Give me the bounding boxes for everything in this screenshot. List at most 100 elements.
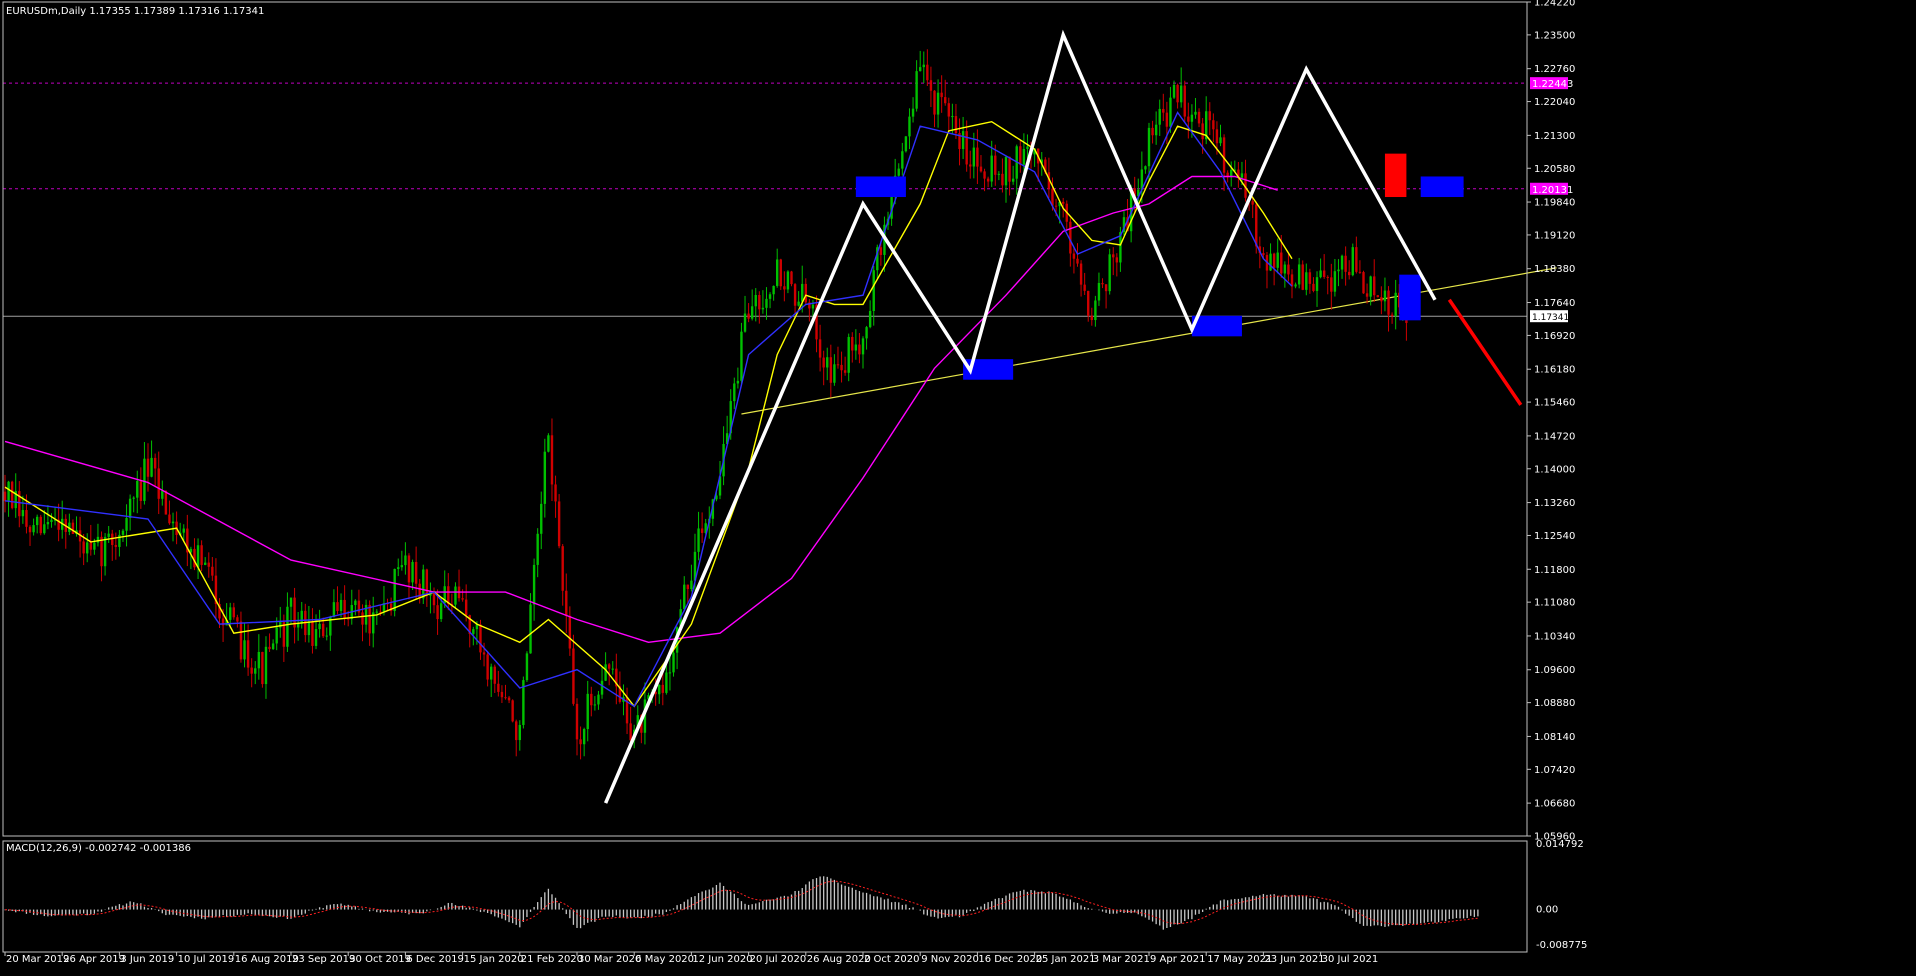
candle-body: [43, 524, 46, 534]
candle-body: [940, 92, 943, 98]
candle-body: [21, 510, 25, 517]
candle-body: [754, 295, 757, 307]
candle-body: [518, 724, 521, 741]
candle-body: [82, 541, 85, 554]
y-tick-label: 1.13260: [1534, 498, 1575, 509]
x-tick-label: 15 Jan 2020: [464, 954, 524, 965]
candle-body: [629, 723, 632, 741]
candle-body: [1190, 114, 1194, 122]
candle-body: [132, 497, 135, 499]
y-tick-label: 1.19120: [1534, 230, 1575, 241]
x-tick-label: 25 Jan 2021: [1036, 954, 1096, 965]
zone-box-4[interactable]: [1420, 176, 1464, 198]
candle-body: [93, 542, 96, 550]
candle-body: [1026, 146, 1029, 149]
candle-body: [897, 168, 900, 176]
candle-body: [1305, 272, 1308, 290]
candle-body: [1269, 253, 1272, 271]
candle-body: [239, 621, 243, 660]
candle-body: [472, 629, 475, 634]
candle-body: [1054, 205, 1058, 207]
candle-body: [665, 672, 668, 693]
candle-body: [697, 528, 700, 552]
candle-body: [829, 357, 833, 383]
candle-body: [550, 435, 554, 485]
candle-body: [368, 604, 371, 634]
candle-body: [1255, 204, 1258, 247]
candle-body: [1315, 277, 1319, 291]
price-chart-window[interactable]: 1.22443 1.20131 1.17341 1.24220 1.23500 1.227…: [0, 0, 1916, 972]
y-tick-label: 1.14000: [1534, 464, 1575, 475]
candle-body: [765, 298, 768, 308]
zone-box-5[interactable]: [1384, 153, 1407, 198]
candle-body: [593, 704, 597, 706]
candle-body: [1011, 178, 1015, 182]
candle-body: [1219, 137, 1222, 144]
candle-body: [25, 510, 28, 527]
x-tick-label: 30 Oct 2019: [349, 954, 411, 965]
candle-body: [1337, 269, 1340, 272]
candle-body: [804, 283, 807, 303]
zone-box-2[interactable]: [1191, 315, 1242, 337]
candle-body: [1076, 258, 1079, 264]
candle-body: [750, 306, 754, 319]
candle-body: [50, 519, 53, 523]
x-tick-label: 17 May 2021: [1207, 954, 1272, 965]
x-tick-label: 6 Dec 2019: [406, 954, 464, 965]
candle-body: [404, 555, 407, 566]
candle-body: [196, 545, 200, 568]
candle-body: [261, 651, 264, 685]
candle-body: [868, 310, 872, 328]
candle-body: [836, 364, 840, 366]
candle-body: [425, 569, 429, 596]
candle-body: [1373, 276, 1376, 296]
zone-box-3[interactable]: [1399, 274, 1421, 321]
x-tick-label: 21 Feb 2020: [521, 954, 583, 965]
candle-body: [10, 481, 14, 509]
candle-body: [1365, 293, 1369, 297]
candle-body: [597, 694, 600, 705]
candle-body: [1172, 84, 1176, 98]
candle-body: [793, 284, 797, 306]
zone-box-0[interactable]: [855, 176, 906, 198]
y-tick-label: 1.22760: [1534, 64, 1575, 75]
candle-body: [96, 536, 100, 543]
candle-body: [7, 481, 10, 502]
candle-body: [490, 666, 493, 680]
candle-body: [686, 584, 690, 590]
candle-body: [954, 116, 958, 134]
candle-body: [286, 606, 289, 647]
x-tick-label: 3 Jun 2019: [120, 954, 174, 965]
candle-body: [311, 621, 314, 646]
candle-body: [1297, 264, 1301, 285]
candle-body: [461, 598, 464, 600]
chart-canvas[interactable]: 1.22443 1.20131 1.17341 1.24220 1.23500 1.227…: [0, 0, 1916, 972]
y-tick-label: 1.08140: [1534, 732, 1575, 743]
candle-body: [1083, 284, 1086, 291]
candle-body: [761, 307, 765, 310]
candle-body: [776, 259, 779, 286]
candle-body: [1348, 271, 1351, 276]
candle-body: [232, 607, 235, 618]
candle-body: [307, 621, 311, 636]
candle-body: [1351, 247, 1354, 276]
x-tick-label: 3 Mar 2021: [1093, 954, 1150, 965]
candle-body: [71, 522, 75, 534]
candle-body: [1322, 270, 1326, 277]
candle-body: [157, 468, 160, 499]
candle-body: [1240, 173, 1244, 178]
candle-body: [768, 294, 772, 299]
candle-body: [439, 603, 443, 620]
candle-body: [229, 607, 232, 620]
candle-body: [479, 624, 482, 653]
candle-body: [482, 652, 486, 655]
y-tick-label: 1.11080: [1534, 598, 1575, 609]
macd-y-tick-label: 0.00: [1536, 905, 1558, 916]
candle-body: [89, 542, 92, 550]
candle-body: [986, 178, 990, 182]
candle-body: [604, 664, 607, 681]
candle-body: [1147, 127, 1151, 167]
candle-body: [182, 528, 185, 533]
candle-body: [554, 484, 557, 502]
candle-body: [161, 490, 164, 499]
